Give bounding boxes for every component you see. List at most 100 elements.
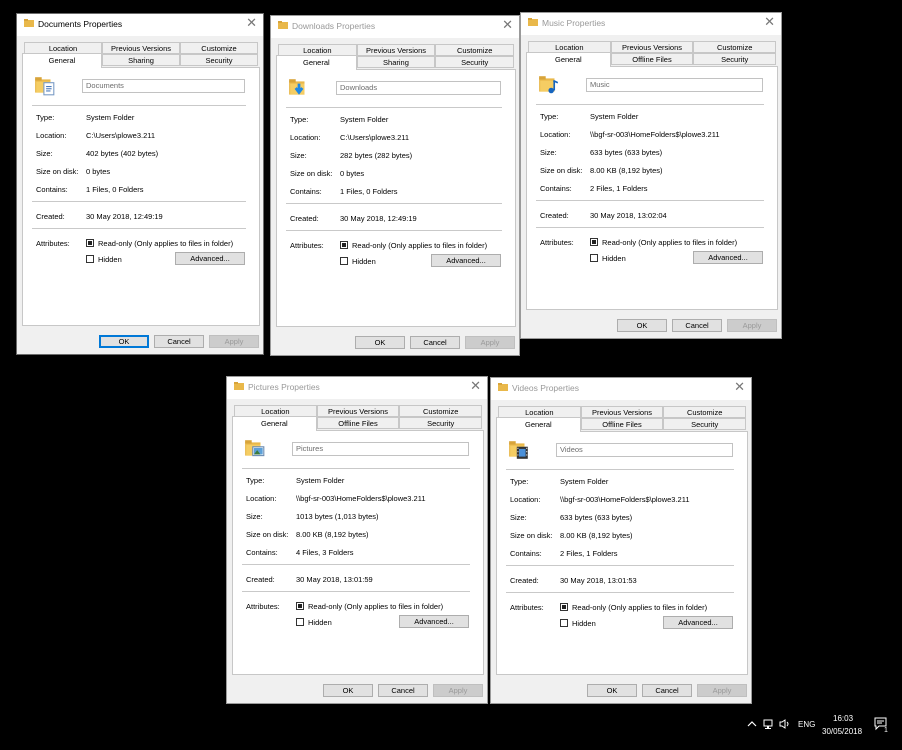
readonly-checkbox[interactable] (590, 238, 598, 246)
apply-button[interactable]: Apply (209, 335, 259, 348)
hidden-label: Hidden (602, 254, 626, 263)
size-value: 282 bytes (282 bytes) (340, 151, 413, 160)
ok-button[interactable]: OK (617, 319, 667, 332)
tab-offline-files[interactable]: Offline Files (316, 417, 400, 429)
tab-customize[interactable]: Customize (180, 42, 258, 54)
tab-offline-files[interactable]: Offline Files (580, 418, 664, 430)
contains-label: Contains: (540, 184, 572, 193)
separator (242, 468, 470, 469)
separator (506, 565, 734, 566)
tab-sharing[interactable]: Sharing (102, 54, 180, 66)
tab-security[interactable]: Security (399, 417, 482, 429)
tab-previous-versions[interactable]: Previous Versions (610, 41, 694, 53)
network-icon[interactable] (763, 719, 775, 729)
tab-customize[interactable]: Customize (663, 406, 746, 418)
title-bar[interactable]: Videos Properties ✕ (491, 378, 751, 400)
tab-general[interactable]: General (496, 417, 581, 432)
close-icon[interactable]: ✕ (470, 379, 481, 393)
title-bar[interactable]: Documents Properties ✕ (17, 14, 263, 36)
tab-security[interactable]: Security (663, 418, 746, 430)
close-icon[interactable]: ✕ (734, 380, 745, 394)
tab-customize[interactable]: Customize (693, 41, 776, 53)
downloads-folder-icon (289, 79, 305, 95)
properties-dialog[interactable]: Pictures Properties ✕ Location Previous … (226, 376, 488, 704)
cancel-button[interactable]: Cancel (642, 684, 692, 697)
hidden-checkbox[interactable] (86, 255, 94, 263)
language-indicator[interactable]: ENG (798, 720, 815, 729)
close-icon[interactable]: ✕ (764, 15, 775, 29)
advanced-button[interactable]: Advanced... (175, 252, 245, 265)
readonly-checkbox[interactable] (86, 239, 94, 247)
ok-button[interactable]: OK (587, 684, 637, 697)
tab-customize[interactable]: Customize (399, 405, 482, 417)
cancel-button[interactable]: Cancel (672, 319, 722, 332)
tab-general[interactable]: General (22, 53, 102, 68)
hidden-checkbox[interactable] (590, 254, 598, 262)
hidden-checkbox[interactable] (560, 619, 568, 627)
tab-offline-files[interactable]: Offline Files (610, 53, 694, 65)
folder-name-field[interactable]: Videos (556, 443, 733, 457)
ok-button[interactable]: OK (99, 335, 149, 348)
separator (32, 228, 246, 229)
tab-sharing[interactable]: Sharing (356, 56, 436, 68)
folder-icon (528, 18, 538, 26)
tab-general[interactable]: General (526, 52, 611, 67)
ok-button[interactable]: OK (323, 684, 373, 697)
ok-button[interactable]: OK (355, 336, 405, 349)
folder-name-field[interactable]: Downloads (336, 81, 501, 95)
tab-general[interactable]: General (276, 55, 357, 70)
tab-security[interactable]: Security (693, 53, 776, 65)
type-value: System Folder (86, 113, 135, 122)
title-bar[interactable]: Pictures Properties ✕ (227, 377, 487, 399)
created-value: 30 May 2018, 12:49:19 (86, 212, 163, 221)
apply-button[interactable]: Apply (697, 684, 747, 697)
readonly-checkbox[interactable] (340, 241, 348, 249)
properties-dialog[interactable]: Downloads Properties ✕ Location Previous… (270, 15, 520, 356)
folder-name-field[interactable]: Pictures (292, 442, 469, 456)
tab-general[interactable]: General (232, 416, 317, 431)
properties-dialog[interactable]: Music Properties ✕ Location Previous Ver… (520, 12, 782, 339)
location-label: Location: (246, 494, 277, 503)
tab-previous-versions[interactable]: Previous Versions (316, 405, 400, 417)
properties-dialog[interactable]: Documents Properties ✕ Location Previous… (16, 13, 264, 355)
clock-date[interactable]: 30/05/2018 (822, 727, 862, 736)
advanced-button[interactable]: Advanced... (399, 615, 469, 628)
attributes-label: Attributes: (540, 238, 574, 247)
tab-previous-versions[interactable]: Previous Versions (356, 44, 436, 56)
size-value: 402 bytes (402 bytes) (86, 149, 159, 158)
properties-dialog[interactable]: Videos Properties ✕ Location Previous Ve… (490, 377, 752, 704)
title-bar[interactable]: Downloads Properties ✕ (271, 16, 519, 38)
videos-folder-icon (509, 441, 528, 459)
folder-icon (278, 21, 288, 29)
close-icon[interactable]: ✕ (502, 18, 513, 32)
cancel-button[interactable]: Cancel (378, 684, 428, 697)
attributes-label: Attributes: (510, 603, 544, 612)
apply-button[interactable]: Apply (727, 319, 777, 332)
readonly-checkbox[interactable] (296, 602, 304, 610)
title-bar[interactable]: Music Properties ✕ (521, 13, 781, 35)
hidden-checkbox[interactable] (296, 618, 304, 626)
tab-previous-versions[interactable]: Previous Versions (102, 42, 180, 54)
tab-security[interactable]: Security (180, 54, 258, 66)
apply-button[interactable]: Apply (465, 336, 515, 349)
advanced-button[interactable]: Advanced... (663, 616, 733, 629)
advanced-button[interactable]: Advanced... (431, 254, 501, 267)
chevron-up-icon[interactable] (747, 720, 757, 728)
speaker-icon[interactable] (779, 719, 791, 729)
cancel-button[interactable]: Cancel (154, 335, 204, 348)
apply-button[interactable]: Apply (433, 684, 483, 697)
folder-name-field[interactable]: Music (586, 78, 763, 92)
close-icon[interactable]: ✕ (246, 16, 257, 30)
readonly-checkbox[interactable] (560, 603, 568, 611)
type-value: System Folder (590, 112, 639, 121)
cancel-button[interactable]: Cancel (410, 336, 460, 349)
contains-label: Contains: (290, 187, 322, 196)
hidden-checkbox[interactable] (340, 257, 348, 265)
tab-previous-versions[interactable]: Previous Versions (580, 406, 664, 418)
clock-time[interactable]: 16:03 (833, 714, 853, 723)
tab-security[interactable]: Security (435, 56, 514, 68)
type-label: Type: (246, 476, 265, 485)
folder-name-field[interactable]: Documents (82, 79, 245, 93)
advanced-button[interactable]: Advanced... (693, 251, 763, 264)
tab-customize[interactable]: Customize (435, 44, 514, 56)
